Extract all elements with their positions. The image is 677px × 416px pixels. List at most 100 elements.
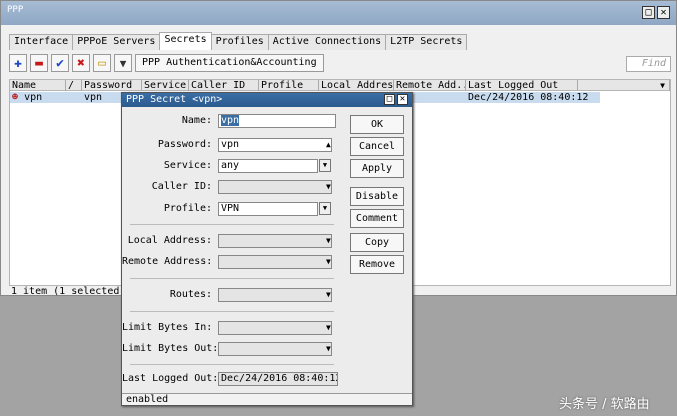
row-last-logged-out: Dec/24/2016 08:40:12 — [468, 92, 589, 103]
name-label: Name: — [181, 115, 212, 126]
last-logged-out-label: Last Logged Out: — [122, 373, 219, 384]
find-input[interactable]: Find — [626, 56, 671, 72]
dialog-status: enabled — [122, 393, 412, 405]
service-label: Service: — [163, 160, 212, 171]
limit-bytes-in-input[interactable] — [218, 321, 332, 335]
column-menu-button[interactable]: ▼ — [578, 80, 670, 91]
limit-bytes-in-label: Limit Bytes In: — [122, 322, 213, 333]
column-header-caller-id[interactable]: Caller ID — [189, 80, 259, 91]
plus-icon: ✚ — [14, 55, 22, 71]
name-value: vpn — [221, 115, 240, 126]
remove-button[interactable]: ▬ — [30, 54, 48, 72]
tab-secrets[interactable]: Secrets — [159, 32, 212, 50]
profile-label: Profile: — [163, 203, 212, 214]
authentication-accounting-button[interactable]: PPP Authentication&Accounting — [135, 54, 324, 72]
routes-input[interactable] — [218, 288, 332, 302]
filter-icon: ▼ — [119, 56, 127, 70]
remote-address-expand-button[interactable]: ▼ — [326, 255, 331, 269]
remote-address-input[interactable] — [218, 255, 332, 269]
triangle-down-icon: ▼ — [326, 323, 331, 332]
caller-id-input[interactable] — [218, 180, 332, 194]
limit-bytes-out-expand-button[interactable]: ▼ — [326, 342, 331, 356]
routes-expand-button[interactable]: ▼ — [326, 288, 331, 302]
triangle-down-icon: ▼ — [326, 257, 331, 266]
cross-icon: ✖ — [77, 55, 85, 71]
ok-button[interactable]: OK — [350, 115, 404, 134]
last-logged-out-value: Dec/24/2016 08:40:12 — [218, 372, 338, 386]
sort-indicator: / — [66, 80, 82, 91]
toolbar: ✚ ▬ ✔ ✖ ▭ ▼ PPP Authentication&Accountin… — [9, 53, 324, 73]
triangle-down-icon: ▼ — [326, 182, 331, 191]
close-icon: ✕ — [660, 6, 667, 18]
window-titlebar[interactable]: PPP □ ✕ — [1, 1, 676, 25]
service-select[interactable]: any — [218, 159, 318, 173]
column-header-last-logged-out[interactable]: Last Logged Out — [466, 80, 578, 91]
dialog-titlebar[interactable]: PPP Secret <vpn> □ ✕ — [122, 93, 412, 107]
disable-button[interactable]: Disable — [350, 187, 404, 206]
tab-profiles[interactable]: Profiles — [210, 34, 269, 50]
service-dropdown-button[interactable]: ▼ — [319, 159, 331, 172]
comment-button[interactable]: ▭ — [93, 54, 111, 72]
tab-bar: Interface PPPoE Servers Secrets Profiles… — [9, 32, 468, 50]
dropdown-icon: ▼ — [322, 204, 328, 212]
tab-l2tp-secrets[interactable]: L2TP Secrets — [385, 34, 468, 50]
minus-icon: ▬ — [35, 55, 43, 71]
ppp-secret-dialog: PPP Secret <vpn> □ ✕ Name: vpn Password:… — [121, 92, 413, 406]
column-header-remote-address[interactable]: Remote Add... — [394, 80, 466, 91]
local-address-expand-button[interactable]: ▼ — [326, 234, 331, 248]
local-address-label: Local Address: — [127, 235, 212, 246]
check-icon: ✔ — [56, 55, 64, 71]
column-header-name[interactable]: Name — [10, 80, 66, 91]
separator — [130, 224, 334, 225]
column-header-password[interactable]: Password — [82, 80, 142, 91]
triangle-down-icon: ▼ — [326, 344, 331, 353]
tab-pppoe-servers[interactable]: PPPoE Servers — [72, 34, 161, 50]
cancel-button[interactable]: Cancel — [350, 137, 404, 156]
watermark: 头条号 / 软路由 — [559, 397, 650, 412]
triangle-down-icon: ▼ — [326, 290, 331, 299]
dialog-title: PPP Secret <vpn> — [126, 94, 223, 105]
separator — [130, 364, 334, 365]
window-title: PPP — [7, 5, 24, 15]
maximize-icon: □ — [645, 6, 652, 18]
row-name: vpn — [24, 92, 43, 103]
add-button[interactable]: ✚ — [9, 54, 27, 72]
routes-label: Routes: — [169, 289, 212, 300]
remote-address-label: Remote Address: — [122, 256, 213, 267]
profile-select[interactable]: VPN — [218, 202, 318, 216]
disable-button[interactable]: ✖ — [72, 54, 90, 72]
caller-id-expand-button[interactable]: ▼ — [326, 180, 331, 194]
table-header: Name / Password Service Caller ID Profil… — [9, 79, 671, 91]
dialog-close-button[interactable]: ✕ — [397, 94, 408, 105]
collapse-button[interactable]: ▲ — [326, 138, 331, 152]
profile-dropdown-button[interactable]: ▼ — [319, 202, 331, 215]
filter-button[interactable]: ▼ — [114, 54, 132, 72]
maximize-icon: □ — [386, 94, 393, 104]
close-button[interactable]: ✕ — [657, 6, 670, 19]
comment-button[interactable]: Comment — [350, 209, 404, 228]
password-input[interactable]: vpn — [218, 138, 332, 152]
copy-button[interactable]: Copy — [350, 233, 404, 252]
dropdown-icon: ▼ — [322, 161, 328, 169]
local-address-input[interactable] — [218, 234, 332, 248]
limit-bytes-out-label: Limit Bytes Out: — [122, 343, 219, 354]
triangle-down-icon: ▼ — [326, 236, 331, 245]
column-header-local-address[interactable]: Local Address — [319, 80, 394, 91]
name-input[interactable]: vpn — [218, 114, 336, 128]
tab-interface[interactable]: Interface — [9, 34, 74, 50]
dialog-maximize-button[interactable]: □ — [384, 94, 395, 105]
separator — [130, 311, 334, 312]
separator — [130, 278, 334, 279]
tab-active-connections[interactable]: Active Connections — [267, 34, 387, 50]
password-label: Password: — [157, 139, 212, 150]
close-icon: ✕ — [399, 94, 406, 104]
enable-button[interactable]: ✔ — [51, 54, 69, 72]
column-header-service[interactable]: Service — [142, 80, 189, 91]
column-header-profile[interactable]: Profile — [259, 80, 319, 91]
limit-bytes-out-input[interactable] — [218, 342, 332, 356]
apply-button[interactable]: Apply — [350, 159, 404, 178]
remove-button[interactable]: Remove — [350, 255, 404, 274]
maximize-button[interactable]: □ — [642, 6, 655, 19]
limit-bytes-in-expand-button[interactable]: ▼ — [326, 321, 331, 335]
chevron-down-icon: ▼ — [660, 81, 665, 90]
